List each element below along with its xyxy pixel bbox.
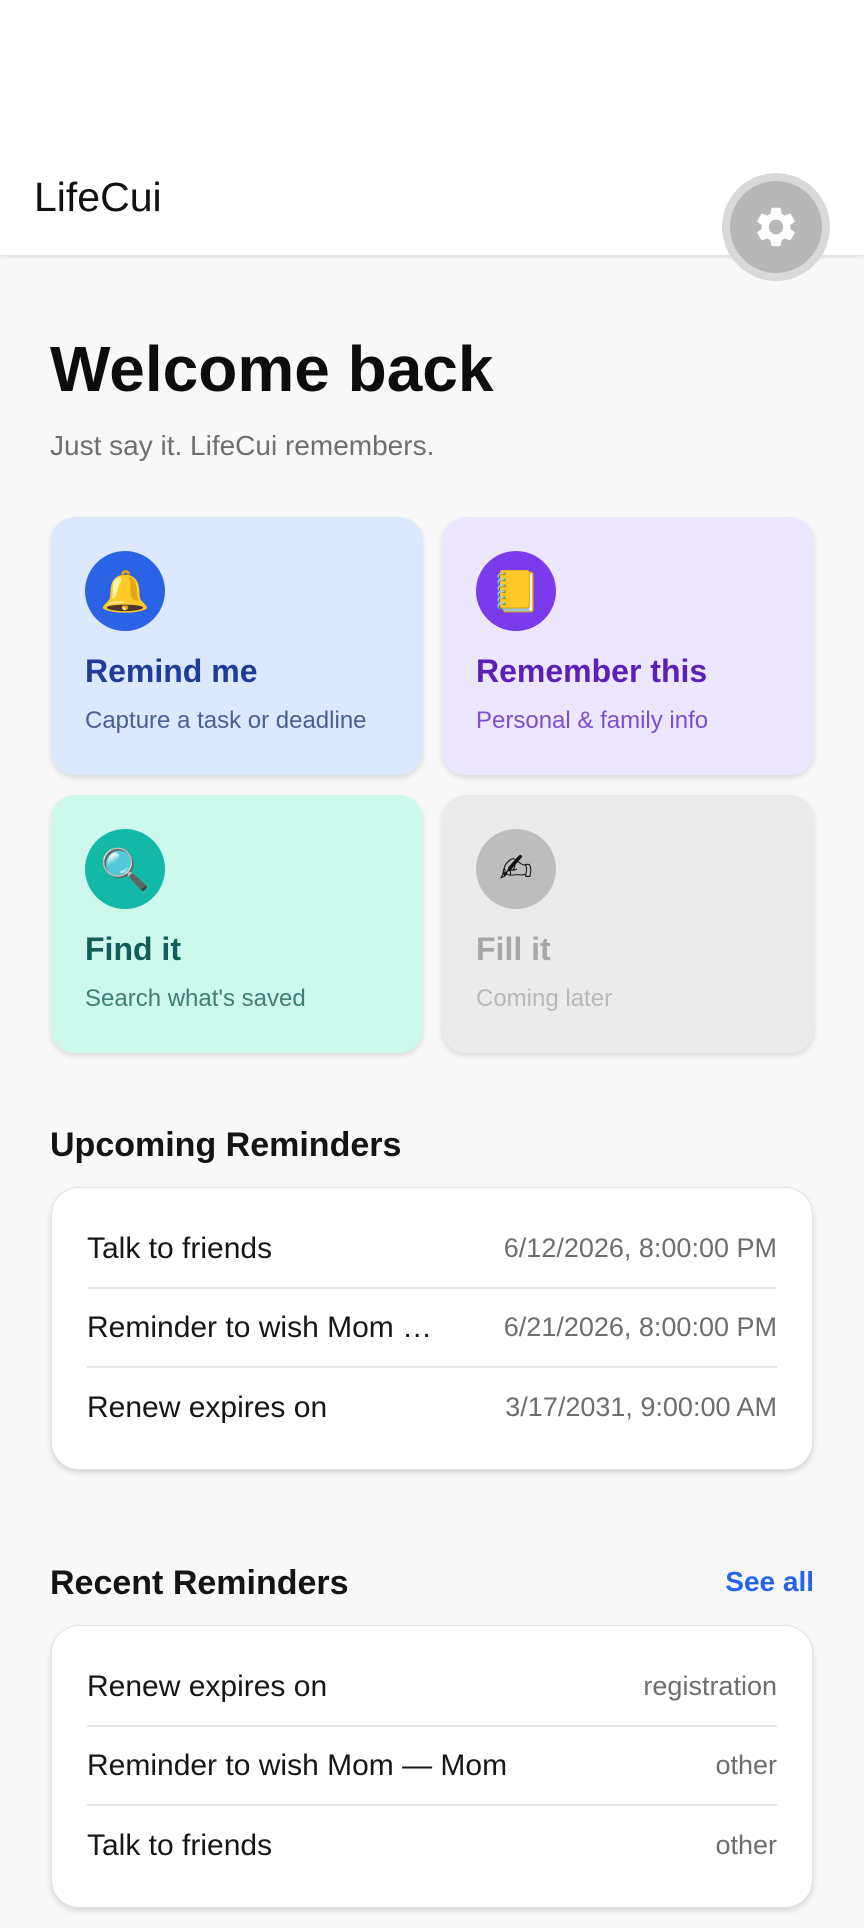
card-description: Search what's saved <box>85 985 306 1012</box>
card-title: Find it <box>85 931 181 967</box>
upcoming-reminders-title: Upcoming Reminders <box>50 1126 402 1164</box>
recent-reminders-list: Renew expires on registration Reminder t… <box>51 1625 813 1908</box>
card-title: Remember this <box>476 653 708 689</box>
remember-this-card[interactable]: 📒 Remember this Personal & family info <box>442 517 814 775</box>
card-title: Fill it <box>476 931 551 967</box>
welcome-title: Welcome back <box>50 333 494 405</box>
notebook-icon: 📒 <box>476 551 556 631</box>
list-item[interactable]: Talk to friends other <box>87 1806 777 1885</box>
find-it-card[interactable]: 🔍 Find it Search what's saved <box>51 795 423 1053</box>
reminder-category: other <box>715 1750 777 1780</box>
reminder-name: Talk to friends <box>87 1828 273 1862</box>
list-item[interactable]: Reminder to wish Mom — Mom other <box>87 1727 777 1806</box>
recent-reminders-title: Recent Reminders <box>50 1564 349 1602</box>
app-title: LifeCui <box>34 174 162 220</box>
settings-button[interactable] <box>722 173 830 281</box>
list-item[interactable]: Reminder to wish Mom — Mom 6/21/2026, 8:… <box>87 1289 777 1368</box>
card-description: Capture a task or deadline <box>85 707 367 734</box>
reminder-datetime: 6/12/2026, 8:00:00 PM <box>503 1233 777 1263</box>
reminder-name: Talk to friends <box>87 1231 273 1265</box>
fill-it-card: ✍ Fill it Coming later <box>442 795 814 1053</box>
card-description: Coming later <box>476 985 613 1012</box>
reminder-name: Reminder to wish Mom — Mom <box>87 1748 508 1782</box>
reminder-name: Renew expires on <box>87 1669 328 1703</box>
magnifier-icon: 🔍 <box>85 829 165 909</box>
list-item[interactable]: Renew expires on registration <box>87 1648 777 1727</box>
gear-icon <box>757 207 795 247</box>
welcome-subtitle: Just say it. LifeCui remembers. <box>50 430 435 461</box>
reminder-name: Renew expires on <box>87 1390 328 1424</box>
bell-icon: 🔔 <box>85 551 165 631</box>
remind-me-card[interactable]: 🔔 Remind me Capture a task or deadline <box>51 517 423 775</box>
upcoming-reminders-list: Talk to friends 6/12/2026, 8:00:00 PM Re… <box>51 1187 813 1470</box>
see-all-link[interactable]: See all <box>725 1566 814 1598</box>
reminder-category: registration <box>643 1671 777 1701</box>
reminder-datetime: 3/17/2031, 9:00:00 AM <box>505 1392 777 1422</box>
app-header: LifeCui <box>0 0 864 281</box>
writing-hand-icon: ✍ <box>476 829 556 909</box>
card-description: Personal & family info <box>476 707 709 734</box>
reminder-category: other <box>715 1830 777 1860</box>
list-item[interactable]: Talk to friends 6/12/2026, 8:00:00 PM <box>87 1210 777 1289</box>
card-title: Remind me <box>85 653 258 689</box>
reminder-name: Reminder to wish Mom — Mom <box>87 1310 447 1344</box>
reminder-datetime: 6/21/2026, 8:00:00 PM <box>503 1312 777 1342</box>
list-item[interactable]: Renew expires on 3/17/2031, 9:00:00 AM <box>87 1368 777 1447</box>
